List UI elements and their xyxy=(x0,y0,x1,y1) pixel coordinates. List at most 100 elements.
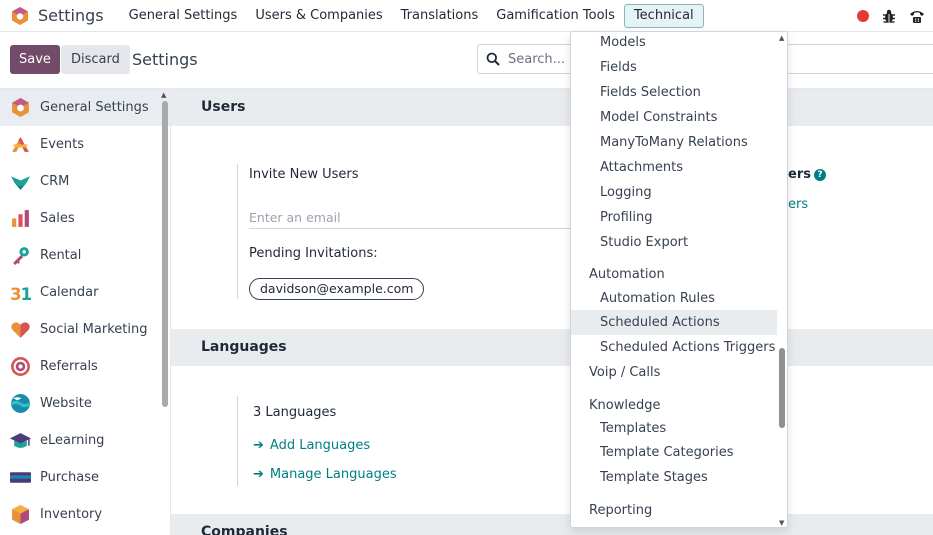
sidebar-item-label: Referrals xyxy=(40,359,98,374)
arrow-right-icon: ➔ xyxy=(253,467,264,482)
save-button[interactable]: Save xyxy=(10,45,60,74)
dropdown-item-model-constraints[interactable]: Model Constraints xyxy=(571,105,777,130)
right-setting-title: ers? xyxy=(788,167,826,182)
dropdown-item-automation-rules[interactable]: Automation Rules xyxy=(571,286,777,311)
sidebar-item-website[interactable]: Website xyxy=(0,385,170,422)
invite-users-label: Invite New Users xyxy=(249,167,359,182)
dropdown-header-knowledge: Knowledge xyxy=(589,398,661,413)
dropdown-item-logging[interactable]: Logging xyxy=(571,180,777,205)
events-icon xyxy=(10,134,31,155)
sidebar-item-purchase[interactable]: Purchase xyxy=(0,459,170,496)
setting-divider xyxy=(237,164,238,299)
crm-icon xyxy=(10,171,31,192)
sidebar-item-label: Purchase xyxy=(40,470,100,485)
menu-gamification-tools[interactable]: Gamification Tools xyxy=(487,4,624,28)
referrals-icon xyxy=(10,356,31,377)
users-section-header: Users xyxy=(171,89,933,126)
svg-text:1: 1 xyxy=(21,284,32,303)
add-languages-label: Add Languages xyxy=(269,438,371,453)
settings-sidebar: General Settings Events CRM Sales Rental… xyxy=(0,89,171,535)
website-icon xyxy=(10,393,31,414)
page-title: Settings xyxy=(132,50,198,69)
right-setting-link[interactable]: ers xyxy=(788,197,808,212)
dropdown-scrollbar[interactable]: ▲ ▼ xyxy=(777,32,787,527)
sidebar-item-label: Calendar xyxy=(40,285,99,300)
sidebar-item-social-marketing[interactable]: Social Marketing xyxy=(0,311,170,348)
sidebar-item-events[interactable]: Events xyxy=(0,126,170,163)
settings-content: Users Invite New Users Pending Invitatio… xyxy=(171,89,933,535)
phone-icon[interactable] xyxy=(909,8,925,24)
purchase-icon xyxy=(10,467,31,488)
sidebar-scrollbar[interactable]: ▲ xyxy=(161,89,169,535)
dropdown-item-template-stages[interactable]: Template Stages xyxy=(571,465,777,490)
sidebar-item-label: Social Marketing xyxy=(40,322,148,337)
sales-icon xyxy=(10,208,31,229)
sidebar-item-label: Rental xyxy=(40,248,82,263)
sidebar-item-crm[interactable]: CRM xyxy=(0,163,170,200)
sidebar-item-label: Website xyxy=(40,396,92,411)
dropdown-item-models[interactable]: Models xyxy=(571,32,777,55)
dropdown-item-many2many-relations[interactable]: ManyToMany Relations xyxy=(571,130,777,155)
pending-invitation-chip[interactable]: davidson@example.com xyxy=(249,278,425,300)
bug-icon[interactable] xyxy=(881,8,897,24)
sidebar-item-label: General Settings xyxy=(40,100,149,115)
sidebar-scroll-thumb[interactable] xyxy=(162,101,168,407)
top-navbar: Settings General Settings Users & Compan… xyxy=(0,0,933,32)
menu-general-settings[interactable]: General Settings xyxy=(120,4,247,28)
setting-divider xyxy=(237,396,238,486)
companies-section-header: Companies xyxy=(171,514,933,535)
scroll-up-icon[interactable]: ▲ xyxy=(779,34,784,42)
technical-dropdown-menu: Models Fields Fields Selection Model Con… xyxy=(570,31,788,528)
dropdown-item-attachments[interactable]: Attachments xyxy=(571,155,777,180)
sidebar-item-label: Events xyxy=(40,137,85,152)
sidebar-item-rental[interactable]: Rental xyxy=(0,237,170,274)
social-marketing-icon xyxy=(10,319,31,340)
sidebar-item-elearning[interactable]: eLearning xyxy=(0,422,170,459)
dropdown-item-voip-calls[interactable]: Voip / Calls xyxy=(571,360,777,385)
calendar-icon: 31 xyxy=(10,282,31,303)
dropdown-item-scheduled-actions[interactable]: Scheduled Actions xyxy=(571,310,777,335)
menu-technical[interactable]: Technical xyxy=(623,3,704,28)
dropdown-item-fields-selection[interactable]: Fields Selection xyxy=(571,80,777,105)
sidebar-item-inventory[interactable]: Inventory xyxy=(0,496,170,533)
manage-languages-button[interactable]: ➔ Manage Languages xyxy=(253,467,397,482)
manage-languages-label: Manage Languages xyxy=(269,467,397,482)
nav-menus: General Settings Users & Companies Trans… xyxy=(120,0,704,31)
pending-invitations-label: Pending Invitations: xyxy=(249,246,378,261)
dropdown-item-template-categories[interactable]: Template Categories xyxy=(571,440,777,465)
languages-section-header: Languages xyxy=(171,329,933,366)
dropdown-item-studio-export[interactable]: Studio Export xyxy=(571,230,777,255)
sidebar-item-sales[interactable]: Sales xyxy=(0,200,170,237)
elearning-icon xyxy=(10,430,31,451)
dropdown-header-automation: Automation xyxy=(589,267,665,282)
dropdown-item-fields[interactable]: Fields xyxy=(571,55,777,80)
dropdown-scroll-thumb[interactable] xyxy=(779,348,785,428)
rental-icon xyxy=(10,245,31,266)
sidebar-item-label: CRM xyxy=(40,174,70,189)
invite-email-input[interactable] xyxy=(249,207,571,229)
help-icon[interactable]: ? xyxy=(813,169,826,181)
odoo-logo-icon[interactable] xyxy=(10,6,30,26)
menu-translations[interactable]: Translations xyxy=(392,4,488,28)
menu-users-companies[interactable]: Users & Companies xyxy=(246,4,391,28)
languages-count: 3 Languages xyxy=(253,405,337,420)
add-languages-button[interactable]: ➔ Add Languages xyxy=(253,438,370,453)
scroll-down-icon[interactable]: ▼ xyxy=(779,519,784,527)
odoo-logo-icon xyxy=(10,97,31,118)
discard-button[interactable]: Discard xyxy=(61,45,130,74)
sidebar-item-referrals[interactable]: Referrals xyxy=(0,348,170,385)
arrow-right-icon: ➔ xyxy=(253,438,264,453)
sidebar-item-label: Inventory xyxy=(40,507,103,522)
dropdown-header-reporting: Reporting xyxy=(589,503,653,518)
scroll-up-icon[interactable]: ▲ xyxy=(161,91,166,99)
dropdown-item-scheduled-actions-triggers[interactable]: Scheduled Actions Triggers xyxy=(571,335,777,360)
dropdown-item-profiling[interactable]: Profiling xyxy=(571,205,777,230)
right-setting-title-text: ers xyxy=(788,167,811,182)
sidebar-item-general-settings[interactable]: General Settings xyxy=(0,89,170,126)
sidebar-item-label: Sales xyxy=(40,211,75,226)
app-title[interactable]: Settings xyxy=(38,6,104,25)
control-panel: Save Discard Settings xyxy=(0,32,933,89)
record-indicator-icon[interactable] xyxy=(857,10,869,22)
dropdown-item-templates[interactable]: Templates xyxy=(571,416,777,441)
sidebar-item-calendar[interactable]: 31 Calendar xyxy=(0,274,170,311)
